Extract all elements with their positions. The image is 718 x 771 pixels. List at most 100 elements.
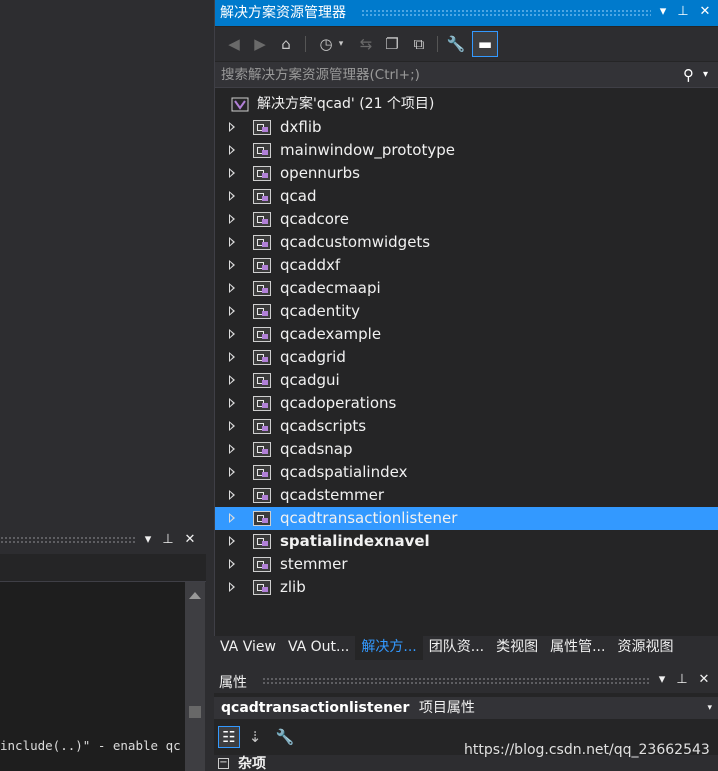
project-item[interactable]: qcadcore — [215, 208, 718, 231]
tool-window-tab[interactable]: 类视图 — [490, 636, 544, 660]
project-item[interactable]: qcad — [215, 185, 718, 208]
project-item[interactable]: dxflib — [215, 116, 718, 139]
project-item[interactable]: qcadoperations — [215, 392, 718, 415]
collapse-all-icon[interactable]: ❐ — [381, 33, 403, 55]
project-icon — [253, 212, 271, 227]
project-item[interactable]: qcadscripts — [215, 415, 718, 438]
close-icon[interactable]: ✕ — [697, 4, 713, 20]
forward-icon[interactable]: ▶ — [249, 33, 271, 55]
expand-arrow-icon[interactable] — [229, 444, 235, 454]
expand-arrow-icon[interactable] — [229, 329, 235, 339]
expand-arrow-icon[interactable] — [229, 145, 235, 155]
solution-icon — [231, 97, 249, 112]
project-item[interactable]: qcadsnap — [215, 438, 718, 461]
project-item[interactable]: qcadcustomwidgets — [215, 231, 718, 254]
project-icon — [253, 327, 271, 342]
project-icon — [253, 304, 271, 319]
project-item[interactable]: qcadentity — [215, 300, 718, 323]
pin-icon[interactable]: ⊥ — [674, 672, 690, 688]
sync-icon[interactable]: ⇆ — [355, 33, 377, 55]
grip-dots[interactable] — [361, 9, 651, 17]
properties-wrench-icon[interactable]: 🔧 — [445, 33, 467, 55]
expand-arrow-icon[interactable] — [229, 375, 235, 385]
output-scrollbar[interactable] — [185, 582, 205, 771]
expand-arrow-icon[interactable] — [229, 122, 235, 132]
dropdown-icon[interactable]: ▾ — [654, 672, 670, 688]
project-item[interactable]: qcadtransactionlistener — [215, 507, 718, 530]
expand-arrow-icon[interactable] — [229, 421, 235, 431]
project-item[interactable]: qcadspatialindex — [215, 461, 718, 484]
solution-root[interactable]: 解决方案'qcad' (21 个项目) — [215, 93, 718, 116]
tool-window-tab[interactable]: 属性管... — [544, 636, 611, 660]
project-item[interactable]: qcadecmaapi — [215, 277, 718, 300]
project-item[interactable]: opennurbs — [215, 162, 718, 185]
pin-icon[interactable]: ⊥ — [160, 532, 176, 548]
tool-window-tab[interactable]: VA Out... — [282, 636, 355, 660]
scroll-up-icon[interactable] — [189, 592, 201, 599]
tool-window-tab[interactable]: 解决方... — [355, 636, 423, 660]
expand-arrow-icon[interactable] — [229, 306, 235, 316]
tool-window-tabs: VA View VA Out... 解决方... 团队资... 类视图 属性管... 资源视… — [214, 636, 718, 660]
project-item[interactable]: mainwindow_prototype — [215, 139, 718, 162]
expand-arrow-icon[interactable] — [229, 168, 235, 178]
search-box[interactable]: ⚲ ▾ — [215, 62, 718, 88]
collapse-icon[interactable]: − — [218, 758, 229, 769]
expand-arrow-icon[interactable] — [229, 191, 235, 201]
expand-arrow-icon[interactable] — [229, 352, 235, 362]
dropdown-icon[interactable]: ▾ — [140, 532, 156, 548]
alphabetical-icon[interactable]: ⇣ — [244, 726, 266, 748]
expand-arrow-icon[interactable] — [229, 467, 235, 477]
chevron-down-icon[interactable]: ▾ — [335, 33, 347, 55]
tool-window-tab[interactable]: 团队资... — [423, 636, 490, 660]
home-icon[interactable]: ⌂ — [275, 33, 297, 55]
expand-arrow-icon[interactable] — [229, 536, 235, 546]
history-icon[interactable]: ◷ — [315, 33, 337, 55]
show-all-files-icon[interactable]: ⧉ — [408, 33, 430, 55]
project-item[interactable]: qcadgrid — [215, 346, 718, 369]
expand-arrow-icon[interactable] — [229, 513, 235, 523]
expand-arrow-icon[interactable] — [229, 490, 235, 500]
project-icon — [253, 143, 271, 158]
expand-arrow-icon[interactable] — [229, 582, 235, 592]
project-item[interactable]: qcaddxf — [215, 254, 718, 277]
project-item[interactable]: spatialindexnavel — [215, 530, 718, 553]
panel-title: 解决方案资源管理器 — [220, 5, 346, 21]
close-icon[interactable]: ✕ — [696, 672, 712, 688]
expand-arrow-icon[interactable] — [229, 237, 235, 247]
expand-arrow-icon[interactable] — [229, 398, 235, 408]
dropdown-icon[interactable]: ▾ — [655, 4, 671, 20]
pin-icon[interactable]: ⊥ — [675, 4, 691, 20]
grip-dots[interactable] — [262, 677, 650, 685]
back-icon[interactable]: ◀ — [223, 33, 245, 55]
object-selector[interactable]: qcadtransactionlistener 项目属性 ▾ — [214, 697, 718, 719]
project-item[interactable]: qcadgui — [215, 369, 718, 392]
project-label: mainwindow_prototype — [280, 141, 455, 159]
expand-arrow-icon[interactable] — [229, 260, 235, 270]
properties-titlebar: 属性 ▾ ⊥ ✕ — [214, 668, 718, 693]
categorized-icon[interactable]: ☷ — [218, 726, 240, 748]
project-item[interactable]: stemmer — [215, 553, 718, 576]
property-pages-wrench-icon[interactable]: 🔧 — [274, 726, 296, 748]
project-icon — [253, 189, 271, 204]
search-icon[interactable]: ⚲ — [683, 66, 694, 84]
project-label: spatialindexnavel — [280, 532, 430, 550]
preview-pin-icon[interactable]: ▬ — [472, 31, 498, 57]
tool-window-tab[interactable]: VA View — [214, 636, 282, 660]
splitter[interactable] — [206, 520, 214, 771]
chevron-down-icon[interactable]: ▾ — [703, 69, 708, 80]
project-item[interactable]: qcadexample — [215, 323, 718, 346]
scroll-thumb[interactable] — [189, 706, 201, 718]
close-icon[interactable]: ✕ — [182, 532, 198, 548]
expand-arrow-icon[interactable] — [229, 559, 235, 569]
project-item[interactable]: qcadstemmer — [215, 484, 718, 507]
expand-arrow-icon[interactable] — [229, 214, 235, 224]
search-input[interactable] — [215, 62, 675, 87]
expand-arrow-icon[interactable] — [229, 283, 235, 293]
project-label: qcadcustomwidgets — [280, 233, 431, 251]
chevron-down-icon[interactable]: ▾ — [707, 697, 712, 719]
grip-dots[interactable] — [0, 536, 136, 544]
toolbar-separator — [305, 36, 306, 52]
solution-label: 解决方案'qcad' (21 个项目) — [257, 96, 435, 112]
project-item[interactable]: zlib — [215, 576, 718, 599]
tool-window-tab[interactable]: 资源视图 — [611, 636, 679, 660]
